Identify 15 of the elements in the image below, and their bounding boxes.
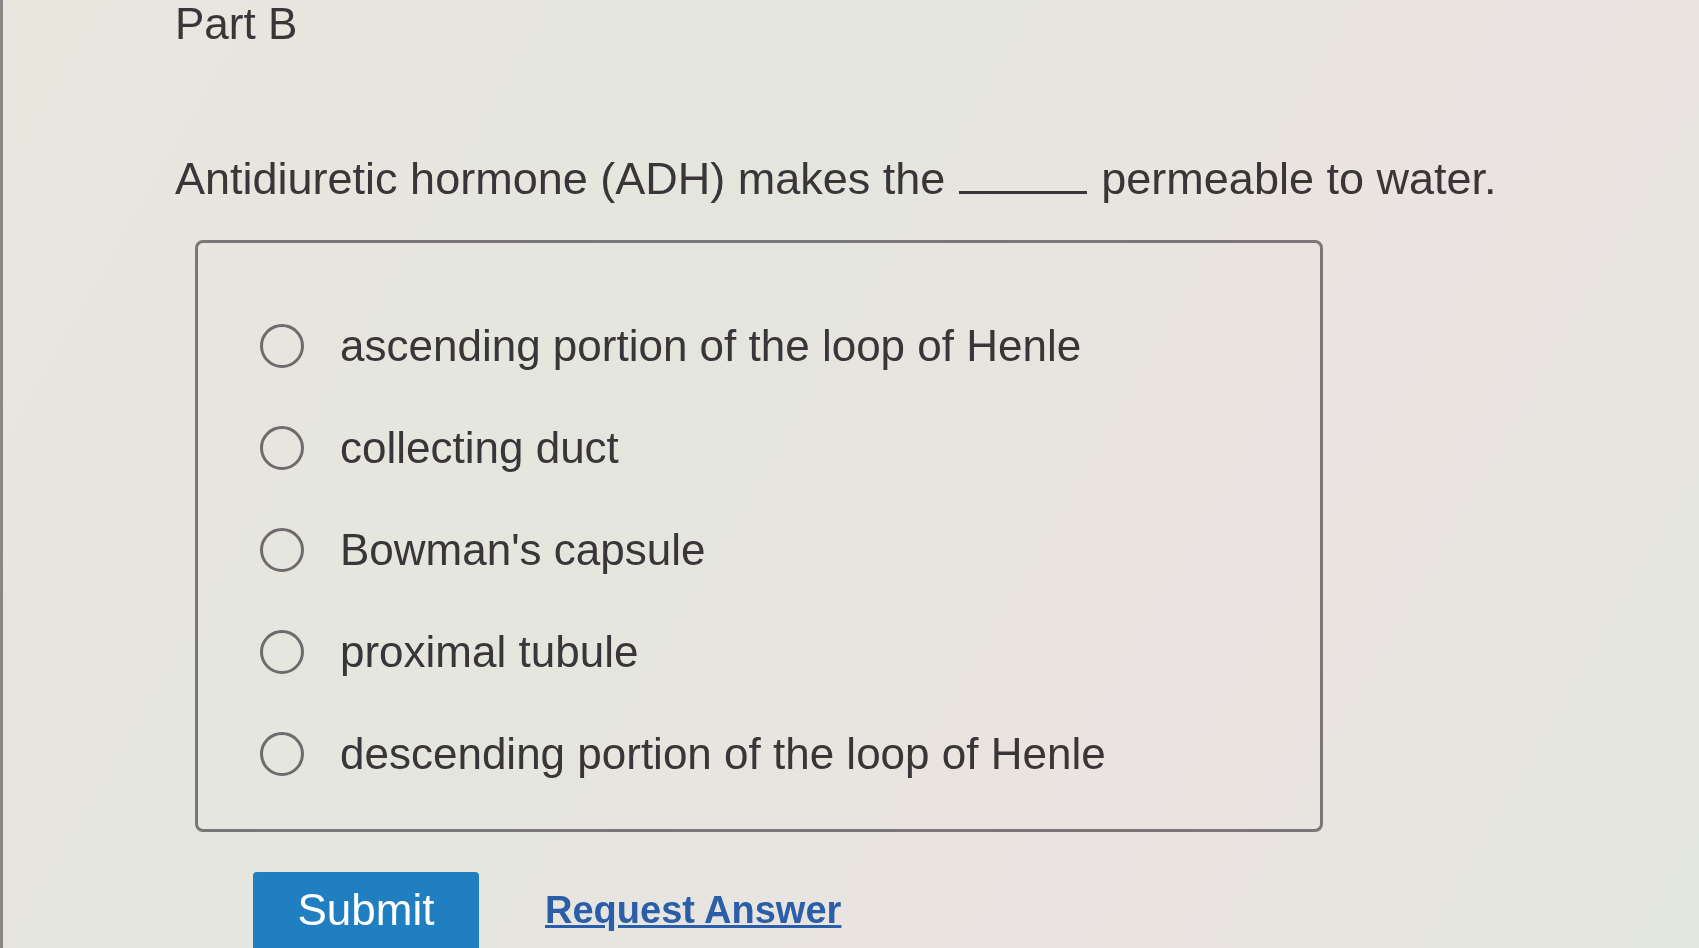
part-title: Part B (175, 0, 298, 48)
request-answer-link[interactable]: Request Answer (545, 881, 842, 939)
radio-button[interactable] (260, 426, 304, 470)
question-text: permeable to water. (1101, 152, 1497, 206)
radio-button[interactable] (260, 324, 304, 368)
option-label[interactable]: collecting duct (340, 422, 619, 474)
radio-button[interactable] (260, 630, 304, 674)
submit-button[interactable]: Submit (253, 872, 479, 948)
option-label[interactable]: Bowman's capsule (340, 524, 706, 576)
option-label[interactable]: descending portion of the loop of Henle (340, 728, 1106, 780)
radio-button[interactable] (260, 528, 304, 572)
option-label[interactable]: proximal tubule (340, 626, 639, 678)
radio-button[interactable] (260, 732, 304, 776)
option-label[interactable]: ascending portion of the loop of Henle (340, 320, 1082, 372)
question-text: Antidiuretic hormone (ADH) makes the (175, 152, 946, 206)
